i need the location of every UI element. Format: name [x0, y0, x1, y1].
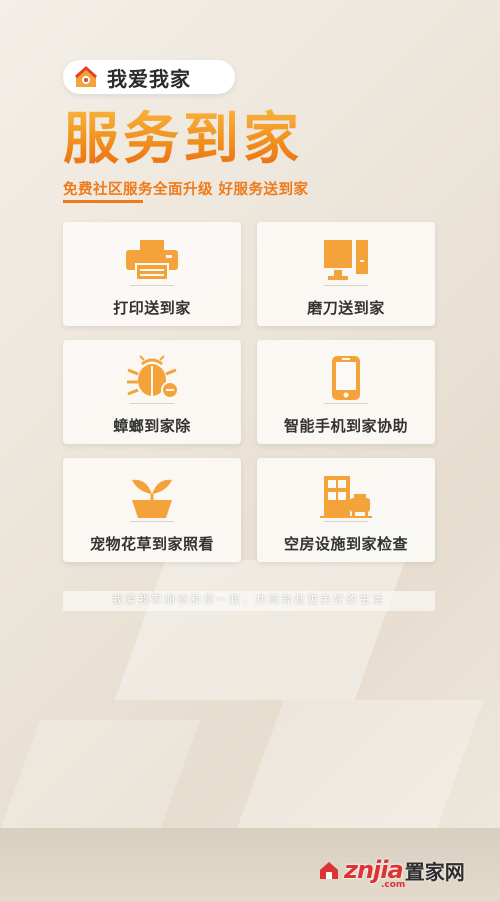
card-divider: [324, 285, 368, 286]
watermark: znjia 置家网 .com: [318, 852, 465, 890]
service-card-print[interactable]: 打印送到家: [63, 222, 241, 326]
service-card-knife[interactable]: 磨刀送到家: [257, 222, 435, 326]
printer-icon: [126, 240, 178, 281]
service-label: 打印送到家: [113, 299, 191, 317]
service-label: 磨刀送到家: [307, 299, 385, 317]
bug-icon: [127, 355, 179, 399]
watermark-logo-icon: [320, 862, 338, 879]
headline: 服务到家: [63, 107, 303, 172]
service-card-phone[interactable]: 智能手机到家协助: [257, 340, 435, 444]
house-furniture-icon: [320, 476, 372, 518]
watermark-domain: .com: [381, 880, 406, 890]
plant-icon: [132, 479, 172, 518]
service-label: 蟑螂到家除: [113, 417, 191, 435]
footer-tagline: 我爱我家期待和您一起，共同奔赴更美好的生活: [63, 591, 435, 611]
service-card-vacant-house[interactable]: 空房设施到家检查: [257, 458, 435, 562]
card-divider: [130, 521, 174, 522]
light-patch: [0, 720, 201, 830]
brand-logo: 我爱我家: [63, 60, 235, 94]
subline: 免费社区服务全面升级 好服务送到家: [63, 182, 309, 198]
service-card-pet-plant[interactable]: 宠物花草到家照看: [63, 458, 241, 562]
knife-icon: [324, 240, 368, 280]
watermark-cn: 置家网: [404, 859, 465, 884]
service-card-pest[interactable]: 蟑螂到家除: [63, 340, 241, 444]
service-label: 宠物花草到家照看: [89, 535, 214, 553]
smartphone-icon: [332, 356, 360, 400]
service-label: 智能手机到家协助: [283, 417, 408, 435]
light-patch: [236, 700, 484, 830]
card-divider: [324, 521, 368, 522]
card-divider: [130, 285, 174, 286]
brand-name: 我爱我家: [107, 66, 191, 91]
service-label: 空房设施到家检查: [283, 535, 408, 553]
card-divider: [324, 403, 368, 404]
subline-underline: [63, 200, 143, 203]
house-logo-icon: [74, 66, 98, 87]
light-patch: [114, 560, 406, 700]
card-divider: [130, 403, 174, 404]
